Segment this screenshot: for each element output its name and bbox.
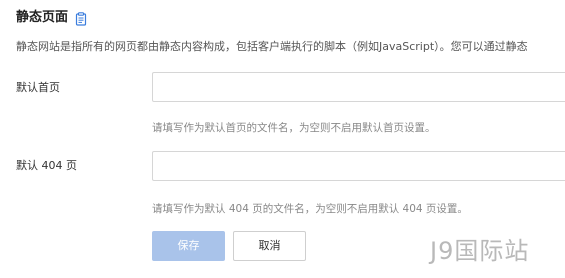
error-page-label: 默认 404 页 bbox=[16, 159, 77, 172]
error-page-input[interactable] bbox=[152, 151, 565, 181]
error-page-hint: 请填写作为默认 404 页的文件名，为空则不启用默认 404 页设置。 bbox=[152, 203, 468, 215]
section-description: 静态网站是指所有的网页都由静态内容构成，包括客户端执行的脚本（例如JavaScr… bbox=[16, 40, 528, 53]
page-title: 静态页面 bbox=[16, 10, 69, 25]
index-page-hint: 请填写作为默认首页的文件名，为空则不启用默认首页设置。 bbox=[152, 122, 436, 134]
index-page-label: 默认首页 bbox=[16, 81, 60, 94]
doc-icon[interactable] bbox=[74, 11, 88, 26]
watermark: J9国际站 bbox=[430, 237, 530, 265]
save-button[interactable]: 保存 bbox=[152, 231, 225, 261]
cancel-button[interactable]: 取消 bbox=[233, 231, 306, 261]
index-page-input[interactable] bbox=[152, 72, 565, 102]
section-header: 静态页面 bbox=[16, 9, 88, 27]
